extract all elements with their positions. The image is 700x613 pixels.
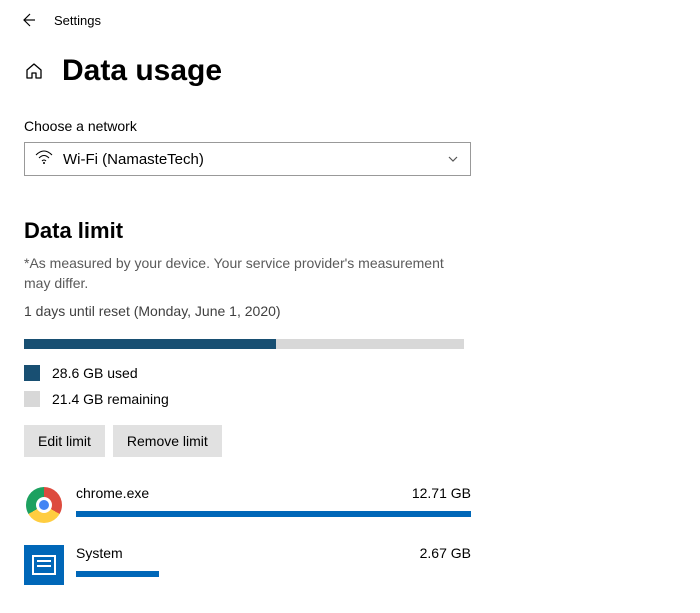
home-icon[interactable] xyxy=(24,61,44,81)
limit-progress-bar xyxy=(24,339,464,349)
back-icon[interactable] xyxy=(20,12,36,28)
reset-line: 1 days until reset (Monday, June 1, 2020… xyxy=(24,303,676,319)
remove-limit-button[interactable]: Remove limit xyxy=(113,425,222,457)
app-usage-value: 12.71 GB xyxy=(412,485,471,501)
data-limit-heading: Data limit xyxy=(24,218,676,244)
used-swatch xyxy=(24,365,40,381)
remaining-label: 21.4 GB remaining xyxy=(52,391,169,407)
chrome-icon xyxy=(24,485,64,525)
system-icon xyxy=(24,545,64,585)
app-name: chrome.exe xyxy=(76,485,149,501)
edit-limit-button[interactable]: Edit limit xyxy=(24,425,105,457)
app-usage-bar xyxy=(76,511,471,517)
settings-label: Settings xyxy=(54,13,101,28)
app-usage-value: 2.67 GB xyxy=(420,545,471,561)
app-usage-item: System 2.67 GB xyxy=(24,545,471,585)
measurement-note: *As measured by your device. Your servic… xyxy=(24,254,471,293)
page-title: Data usage xyxy=(62,54,222,88)
chevron-down-icon xyxy=(446,152,460,166)
wifi-icon xyxy=(35,150,53,168)
app-name: System xyxy=(76,545,123,561)
used-label: 28.6 GB used xyxy=(52,365,138,381)
app-usage-bar xyxy=(76,571,159,577)
choose-network-label: Choose a network xyxy=(24,118,676,134)
limit-progress-fill xyxy=(24,339,276,349)
network-select[interactable]: Wi-Fi (NamasteTech) xyxy=(24,142,471,176)
remaining-swatch xyxy=(24,391,40,407)
app-usage-list: chrome.exe 12.71 GB System 2.67 GB xyxy=(24,485,471,585)
app-usage-item: chrome.exe 12.71 GB xyxy=(24,485,471,525)
network-selected-value: Wi-Fi (NamasteTech) xyxy=(63,151,204,168)
